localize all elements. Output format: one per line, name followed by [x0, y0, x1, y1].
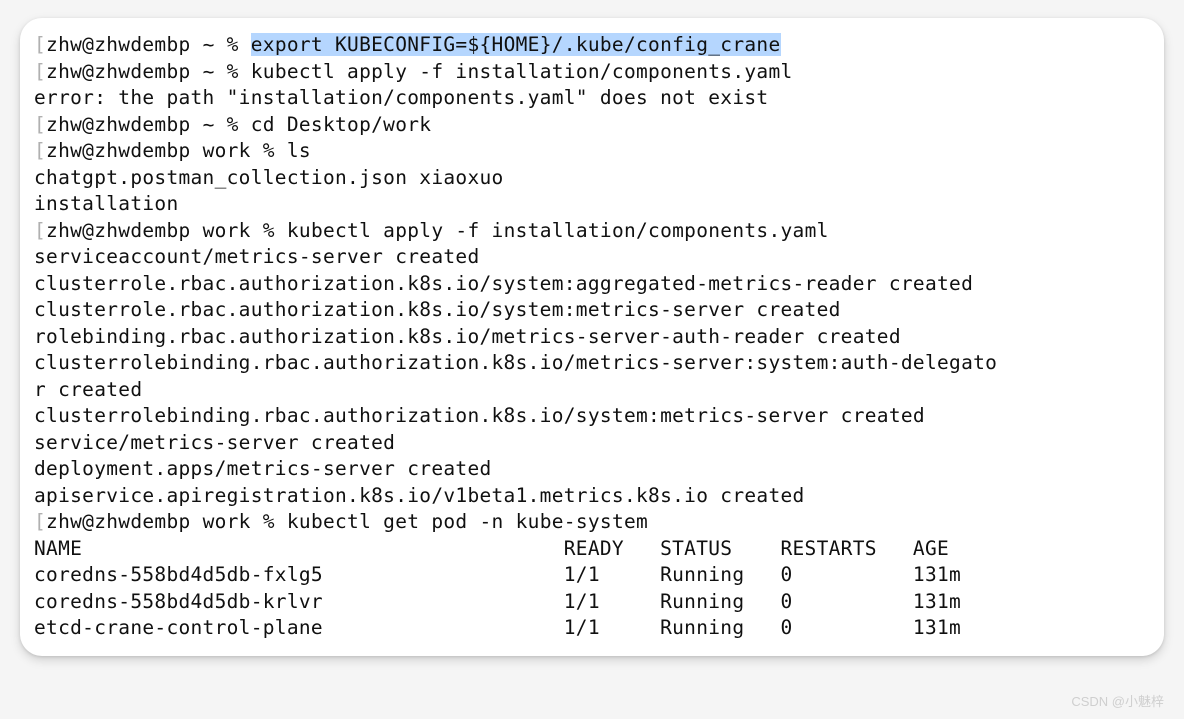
shell-prompt-home: zhw@zhwdembp ~ % — [46, 33, 251, 56]
shell-prompt-home: zhw@zhwdembp ~ % — [46, 60, 251, 83]
terminal-line: [zhw@zhwdembp work % kubectl apply -f in… — [34, 218, 1146, 245]
cmd-text: cd Desktop/work — [251, 113, 432, 136]
shell-prompt-work: zhw@zhwdembp work % — [46, 219, 287, 242]
cmd-text: kubectl get pod -n kube-system — [287, 510, 648, 533]
cmd-text: ls — [287, 139, 311, 162]
output-line: clusterrole.rbac.authorization.k8s.io/sy… — [34, 271, 1146, 298]
output-line: error: the path "installation/components… — [34, 85, 1146, 112]
bracket: [ — [34, 510, 46, 533]
terminal-line: [zhw@zhwdembp work % ls — [34, 138, 1146, 165]
shell-prompt-work: zhw@zhwdembp work % — [46, 510, 287, 533]
bracket: [ — [34, 219, 46, 242]
output-line: chatgpt.postman_collection.json xiaoxuo — [34, 165, 1146, 192]
output-line: deployment.apps/metrics-server created — [34, 456, 1146, 483]
terminal-line: [zhw@zhwdembp ~ % export KUBECONFIG=${HO… — [34, 32, 1146, 59]
bracket: [ — [34, 113, 46, 136]
terminal-line: [zhw@zhwdembp ~ % cd Desktop/work — [34, 112, 1146, 139]
watermark: CSDN @小魅梓 — [1071, 693, 1164, 711]
output-line: clusterrole.rbac.authorization.k8s.io/sy… — [34, 297, 1146, 324]
highlighted-cmd: export KUBECONFIG=${HOME}/.kube/config_c… — [251, 33, 781, 56]
shell-prompt-home: zhw@zhwdembp ~ % — [46, 113, 251, 136]
output-line: clusterrolebinding.rbac.authorization.k8… — [34, 350, 1146, 377]
terminal-window[interactable]: [zhw@zhwdembp ~ % export KUBECONFIG=${HO… — [20, 18, 1164, 656]
pod-table-row: etcd-crane-control-plane 1/1 Running 0 1… — [34, 615, 1146, 642]
cmd-text: kubectl apply -f installation/components… — [287, 219, 829, 242]
terminal-line: [zhw@zhwdembp work % kubectl get pod -n … — [34, 509, 1146, 536]
output-line: service/metrics-server created — [34, 430, 1146, 457]
output-line: apiservice.apiregistration.k8s.io/v1beta… — [34, 483, 1146, 510]
output-line: rolebinding.rbac.authorization.k8s.io/me… — [34, 324, 1146, 351]
pod-table-header: NAME READY STATUS RESTARTS AGE — [34, 536, 1146, 563]
terminal-line: [zhw@zhwdembp ~ % kubectl apply -f insta… — [34, 59, 1146, 86]
bracket: [ — [34, 139, 46, 162]
pod-table-row: coredns-558bd4d5db-krlvr 1/1 Running 0 1… — [34, 589, 1146, 616]
pod-table-row: coredns-558bd4d5db-fxlg5 1/1 Running 0 1… — [34, 562, 1146, 589]
shell-prompt-work: zhw@zhwdembp work % — [46, 139, 287, 162]
output-line: installation — [34, 191, 1146, 218]
output-line: clusterrolebinding.rbac.authorization.k8… — [34, 403, 1146, 430]
cmd-text: kubectl apply -f installation/components… — [251, 60, 793, 83]
output-line: r created — [34, 377, 1146, 404]
bracket: [ — [34, 33, 46, 56]
output-line: serviceaccount/metrics-server created — [34, 244, 1146, 271]
bracket: [ — [34, 60, 46, 83]
